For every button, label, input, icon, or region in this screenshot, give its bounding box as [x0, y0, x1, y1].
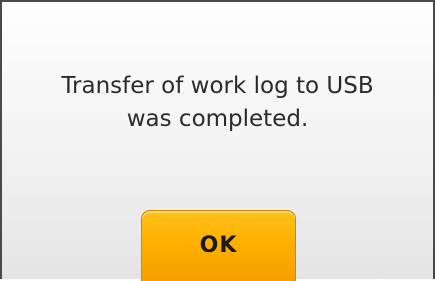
message-line-1: Transfer of work log to USB — [61, 73, 374, 99]
ok-button[interactable]: OK — [141, 210, 296, 281]
dialog-message: Transfer of work log to USB was complete… — [2, 70, 433, 136]
message-line-2: was completed. — [126, 106, 309, 132]
ok-button-label: OK — [199, 233, 238, 258]
transfer-complete-dialog: Transfer of work log to USB was complete… — [0, 0, 435, 281]
